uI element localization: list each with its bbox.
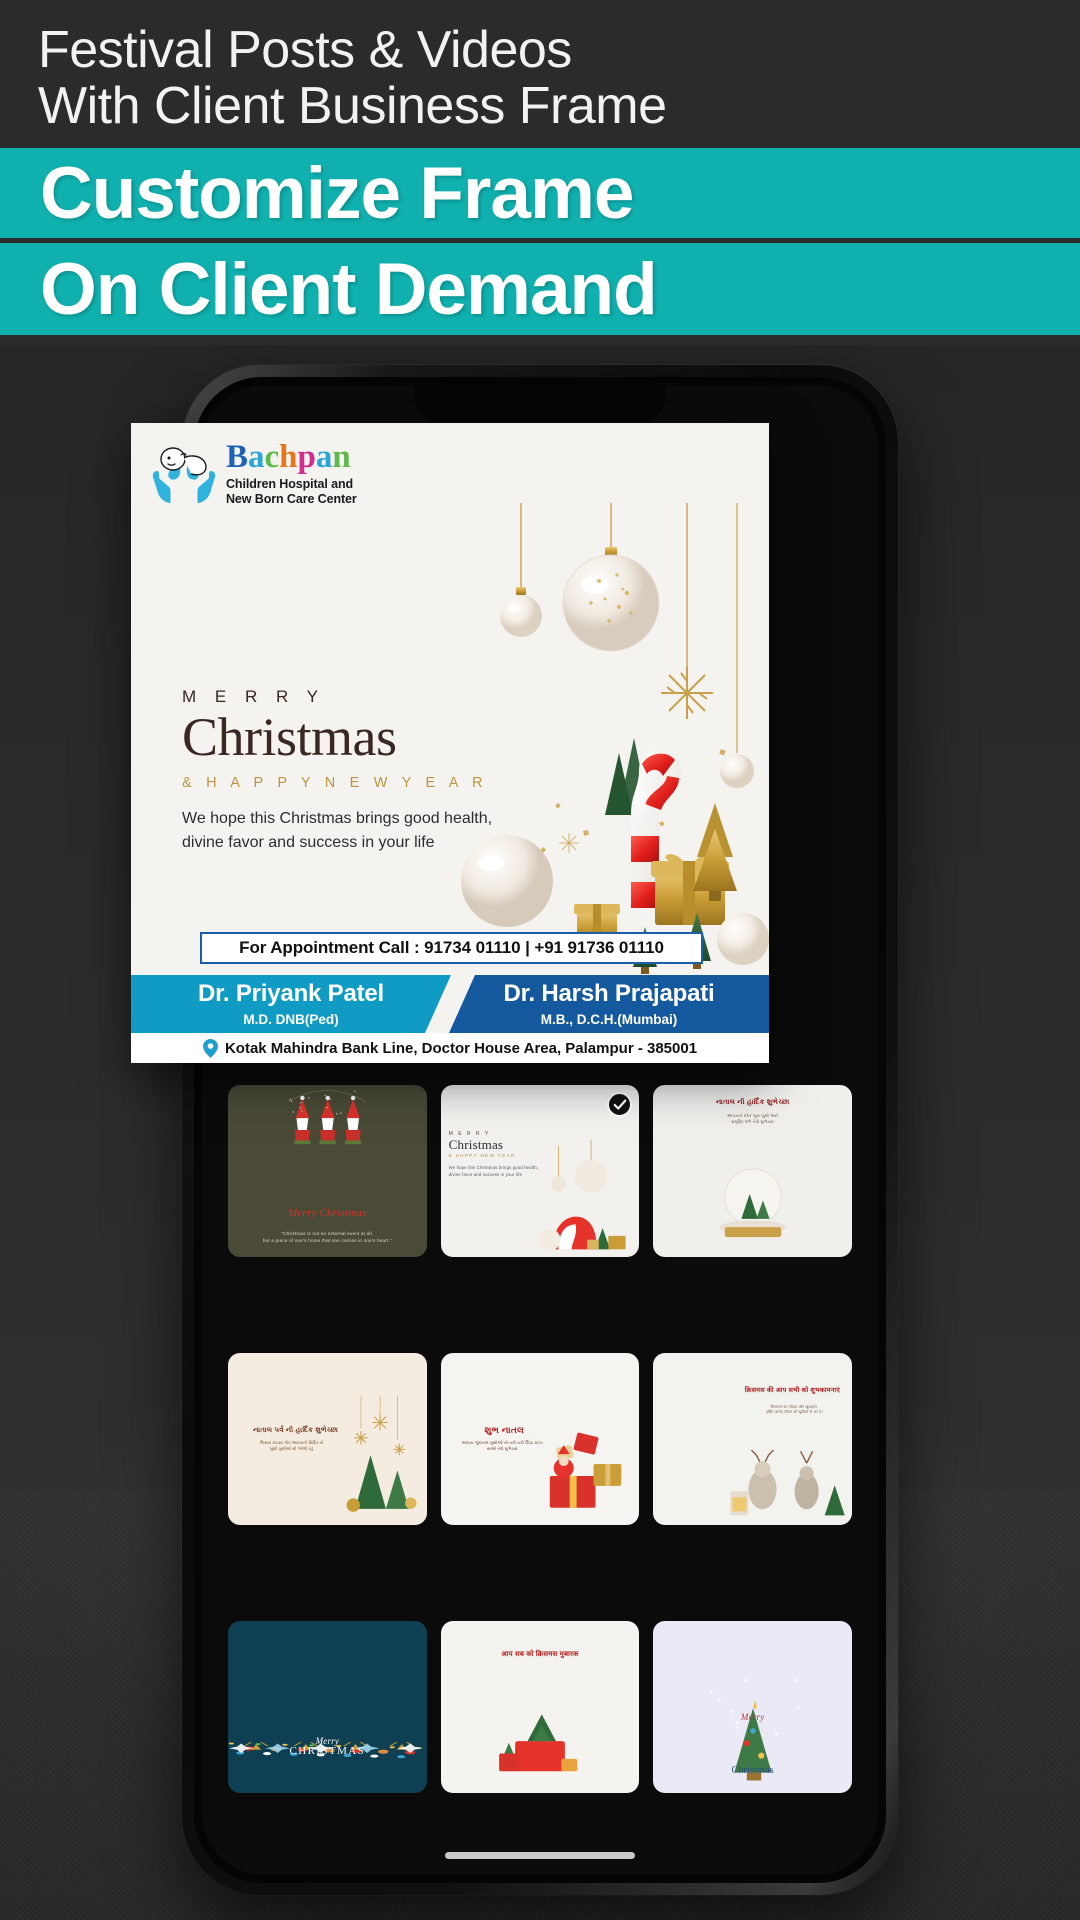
appointment-bar: For Appointment Call : 91734 01110 | +91… (200, 932, 703, 964)
greeting-title: Christmas (182, 709, 492, 766)
logo-subtitle-line2: New Born Care Center (226, 492, 357, 507)
greeting-body-line2: divine favor and success in your life (182, 831, 492, 856)
gallery-thumbnail-caption: જિસસ ક્રાઇસ્ટ જેવ આવવાની સિદ્ધિ ની ખુશી ખ… (234, 1441, 349, 1452)
doctor-2-degree: M.B., D.C.H.(Mumbai) (541, 1012, 678, 1027)
gallery-thumbnail-subtitle: & HAPPY NEW YEAR (449, 1153, 516, 1159)
logo-wordmark: Bachpan (226, 441, 357, 474)
greeting-body: We hope this Christmas brings good healt… (182, 807, 492, 857)
gallery-thumbnail[interactable]: Merry CHRISTMAS (228, 1621, 427, 1793)
doctor-1-degree: M.D. DNB(Ped) (243, 1012, 338, 1027)
greeting-body-line1: We hope this Christmas brings good healt… (182, 807, 492, 832)
gallery-thumbnail[interactable]: નાતાલ પર્વ ની હાર્દિક શુભેચ્છા જિસસ ક્રાઇ… (228, 1353, 427, 1525)
gallery-thumbnail-title: Merry Christmas (228, 1207, 427, 1221)
gallery-thumbnail[interactable]: Merry Christmas (653, 1621, 852, 1793)
gallery-thumbnail-caption: આપનાને દરેક ખૂબ ખુશી અને સમૃદ્ધિ મળે તેવી… (659, 1113, 846, 1125)
doctors-bar: Dr. Priyank Patel M.D. DNB(Ped) Dr. Hars… (131, 975, 769, 1033)
header-subtitle-line1: Festival Posts & Videos (38, 22, 1038, 78)
headline-band-2: On Client Demand (0, 243, 1080, 335)
baby-in-hands-icon (151, 445, 217, 503)
address-bar: Kotak Mahindra Bank Line, Doctor House A… (131, 1033, 769, 1063)
gallery-thumbnail[interactable]: क्रिसमस की आप सभी को शुभकामनाएं क्रिसमस क… (653, 1353, 852, 1525)
promo-header: Festival Posts & Videos With Client Busi… (0, 0, 1080, 345)
phone-notch (415, 385, 665, 421)
headline-band-1: Customize Frame (0, 148, 1080, 238)
gallery-thumbnail[interactable]: आप सब को क्रिसमस मुबारक (441, 1621, 640, 1793)
logo-letter: a (248, 441, 265, 474)
gallery-thumbnail-title: Christmas (449, 1137, 504, 1153)
gallery-thumbnail-title: શુભ નાતલ (447, 1425, 562, 1436)
greeting-subtitle: & H A P P Y N E W Y E A R (182, 775, 492, 791)
gallery-thumbnail-title: નાતાલ ની હાર્દિક શુભેચ્છા (653, 1099, 852, 1108)
gallery-thumbnail-caption: क्रिसमस का त्यौहार और खुशहाल, हर्षित आनंद… (741, 1405, 848, 1416)
address-text: Kotak Mahindra Bank Line, Doctor House A… (225, 1040, 697, 1057)
device-stage: Merry Christmas "Christmas is not an exte… (0, 345, 1080, 1920)
logo-subtitle-line1: Children Hospital and (226, 477, 357, 492)
poster-preview[interactable]: Bachpan Children Hospital and New Born C… (131, 423, 769, 1063)
header-subtitle: Festival Posts & Videos With Client Busi… (38, 22, 1038, 134)
screenshot-root: Festival Posts & Videos With Client Busi… (0, 0, 1080, 1920)
template-gallery-grid[interactable]: Merry Christmas "Christmas is not an exte… (224, 1085, 856, 1875)
logo-letter: h (279, 441, 297, 474)
home-indicator (445, 1852, 635, 1859)
gallery-thumbnail[interactable]: નાતાલ ની હાર્દિક શુભેચ્છા આપનાને દરેક ખૂબ… (653, 1085, 852, 1257)
gallery-thumbnail[interactable]: M E R R Y Christmas & HAPPY NEW YEAR We hop… (441, 1085, 640, 1257)
logo-letter: c (265, 441, 280, 474)
doctor-card-2: Dr. Harsh Prajapati M.B., D.C.H.(Mumbai) (449, 975, 769, 1033)
logo-letter: n (332, 441, 350, 474)
gallery-thumbnail-caption: "Christmas is not an external event at a… (234, 1231, 421, 1245)
doctor-card-1: Dr. Priyank Patel M.D. DNB(Ped) (131, 975, 451, 1033)
doctor-2-name: Dr. Harsh Prajapati (504, 981, 715, 1007)
gallery-thumbnail-title: क्रिसमस की आप सभी को शुभकामनाएं (737, 1387, 848, 1395)
check-circle-icon[interactable] (607, 1092, 632, 1117)
logo-letter: a (316, 441, 333, 474)
headline-band-2-text: On Client Demand (40, 248, 657, 331)
gallery-thumbnail-title: Christmas (653, 1765, 852, 1778)
greeting-block: M E R R Y Christmas & H A P P Y N E W Y … (182, 687, 492, 856)
gallery-thumbnail[interactable]: Merry Christmas "Christmas is not an exte… (228, 1085, 427, 1257)
greeting-eyebrow: M E R R Y (182, 687, 492, 707)
gallery-thumbnail-script: Merry (653, 1712, 852, 1723)
gallery-thumbnail-title: आप सब को क्रिसमस मुबारक (441, 1651, 640, 1660)
logo-letter: p (298, 441, 316, 474)
gallery-thumbnail-caption: We hope this Christmas brings good healt… (449, 1165, 556, 1178)
gallery-thumbnail-title: CHRISTMAS (228, 1745, 427, 1759)
gallery-thumbnail-caption: આપના જીવનમા ખુશીઓ ની નવી નવી ઊંચા પ્રાપ્… (447, 1441, 558, 1452)
headline-band-1-text: Customize Frame (40, 152, 634, 235)
clinic-logo: Bachpan Children Hospital and New Born C… (151, 441, 357, 508)
header-subtitle-line2: With Client Business Frame (38, 78, 1038, 134)
gallery-thumbnail-title: નાતાલ પર્વ ની હાર્દિક શુભેચ્છા (234, 1427, 357, 1436)
doctor-1-name: Dr. Priyank Patel (198, 981, 384, 1007)
gallery-thumbnail[interactable]: શુભ નાતલ આપના જીવનમા ખુશીઓ ની નવી નવી ઊંચ… (441, 1353, 640, 1525)
location-pin-icon (203, 1039, 218, 1058)
logo-letter: B (226, 441, 248, 474)
